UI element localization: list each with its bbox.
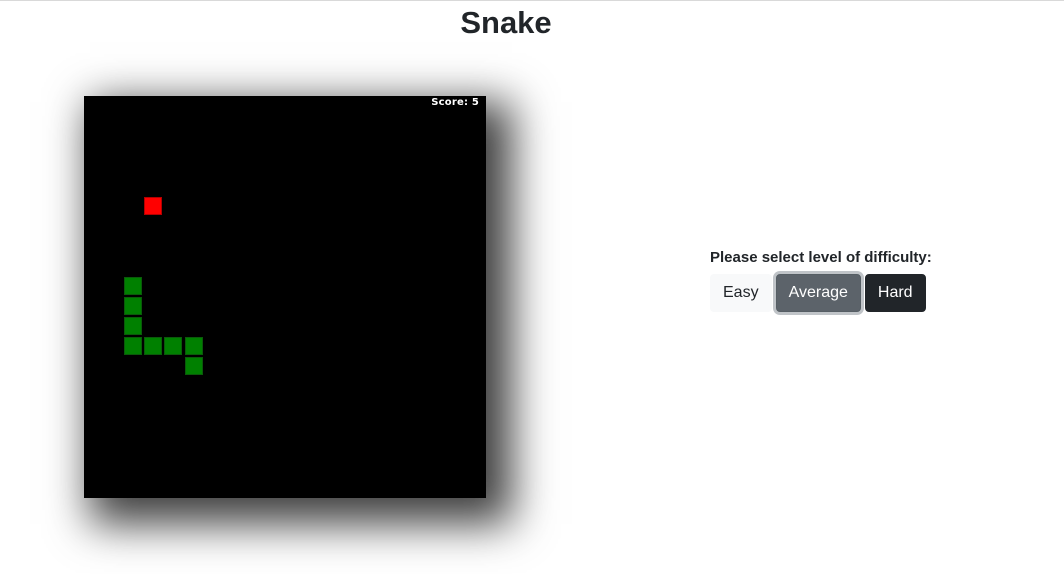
top-divider — [0, 0, 1064, 1]
snake-segment — [124, 317, 142, 335]
average-button[interactable]: Average — [775, 274, 861, 312]
snake-segment — [124, 337, 142, 355]
difficulty-prompt: Please select level of difficulty: — [710, 249, 932, 266]
snake-segment — [144, 337, 162, 355]
difficulty-button-group: Easy Average Hard — [710, 274, 932, 312]
snake-segment — [164, 337, 182, 355]
snake-head — [185, 357, 203, 375]
game-board[interactable]: Score: 5 — [84, 96, 486, 498]
food-cell — [144, 197, 162, 215]
page-title: Snake — [460, 5, 552, 40]
easy-button[interactable]: Easy — [710, 274, 772, 312]
snake-segment — [124, 297, 142, 315]
score-display: Score: 5 — [431, 97, 479, 108]
difficulty-panel: Please select level of difficulty: Easy … — [710, 248, 932, 312]
snake-segment — [185, 337, 203, 355]
snake-segment — [124, 277, 142, 295]
hard-button[interactable]: Hard — [864, 274, 926, 312]
